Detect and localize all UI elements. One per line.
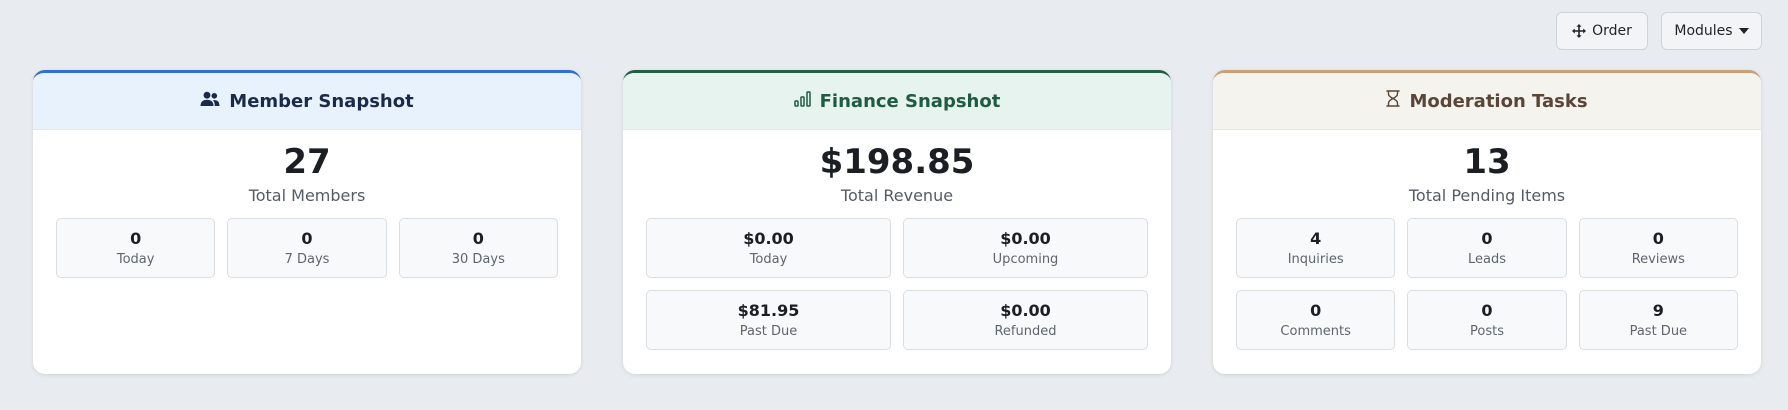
modules-dropdown-button[interactable]: Modules (1661, 12, 1762, 50)
stat-value: 0 (1310, 301, 1322, 320)
hourglass-icon (1386, 90, 1401, 112)
moderation-tasks-title: Moderation Tasks (1409, 90, 1588, 112)
stat-value: $0.00 (1000, 229, 1051, 248)
revenue-upcoming-stat: $0.00 Upcoming (903, 218, 1148, 278)
stat-value: 0 (130, 229, 142, 248)
revenue-refunded-stat: $0.00 Refunded (903, 290, 1148, 350)
member-snapshot-card: Member Snapshot 27 Total Members 0 Today… (33, 70, 581, 374)
stat-label: 30 Days (451, 252, 505, 267)
posts-stat: 0 Posts (1407, 290, 1567, 350)
move-arrows-icon (1572, 24, 1587, 38)
revenue-today-stat: $0.00 Today (646, 218, 891, 278)
stat-value: 0 (472, 229, 484, 248)
stat-label: Past Due (739, 324, 798, 339)
order-button-label: Order (1592, 23, 1632, 39)
finance-snapshot-title: Finance Snapshot (819, 90, 1001, 112)
finance-stats-grid: $0.00 Today $0.00 Upcoming $81.95 Past D… (646, 218, 1148, 350)
stat-value: $81.95 (737, 301, 800, 320)
caret-down-icon (1738, 28, 1749, 34)
stat-label: Refunded (994, 324, 1057, 339)
order-button[interactable]: Order (1556, 12, 1648, 50)
members-7-days-stat: 0 7 Days (227, 218, 387, 278)
stat-value: 0 (1481, 229, 1493, 248)
stat-value: 9 (1652, 301, 1664, 320)
member-snapshot-title: Member Snapshot (229, 90, 414, 112)
stat-label: Posts (1470, 324, 1504, 339)
stat-label: Upcoming (992, 252, 1059, 267)
stat-label: Today (749, 252, 788, 267)
dashboard-toolbar: Order Modules (1556, 12, 1762, 50)
stat-value: $0.00 (743, 229, 794, 248)
stat-label: Past Due (1629, 324, 1688, 339)
total-members-label: Total Members (248, 186, 366, 205)
stat-label: Leads (1467, 252, 1506, 267)
total-pending-value: 13 (1463, 142, 1511, 182)
members-30-days-stat: 0 30 Days (398, 218, 558, 278)
total-revenue-label: Total Revenue (840, 186, 954, 205)
finance-snapshot-header: Finance Snapshot (623, 73, 1171, 130)
leads-stat: 0 Leads (1407, 218, 1567, 278)
users-icon (200, 91, 220, 112)
stat-value: 4 (1310, 229, 1322, 248)
member-stats-grid: 0 Today 0 7 Days 0 30 Days (56, 218, 558, 278)
finance-snapshot-card: Finance Snapshot $198.85 Total Revenue $… (623, 70, 1171, 374)
total-members-value: 27 (283, 142, 331, 182)
moderation-tasks-card: Moderation Tasks 13 Total Pending Items … (1213, 70, 1761, 374)
stat-value: 0 (1652, 229, 1664, 248)
revenue-past-due-stat: $81.95 Past Due (646, 290, 891, 350)
moderation-stats-grid: 4 Inquiries 0 Leads 0 Reviews 0 Comments… (1236, 218, 1738, 350)
total-pending-label: Total Pending Items (1408, 186, 1566, 205)
stat-label: Reviews (1631, 252, 1685, 267)
stat-value: 0 (301, 229, 313, 248)
moderation-tasks-header: Moderation Tasks (1213, 73, 1761, 130)
modules-button-label: Modules (1674, 23, 1733, 39)
comments-stat: 0 Comments (1236, 290, 1396, 350)
moderation-past-due-stat: 9 Past Due (1578, 290, 1738, 350)
bar-chart-icon (793, 90, 811, 112)
stat-label: Inquiries (1287, 252, 1344, 267)
reviews-stat: 0 Reviews (1578, 218, 1738, 278)
members-today-stat: 0 Today (56, 218, 216, 278)
stat-label: Today (116, 252, 155, 267)
stat-value: $0.00 (1000, 301, 1051, 320)
member-snapshot-header: Member Snapshot (33, 73, 581, 130)
total-revenue-value: $198.85 (819, 142, 975, 182)
inquiries-stat: 4 Inquiries (1236, 218, 1396, 278)
stat-label: 7 Days (284, 252, 330, 267)
stat-label: Comments (1280, 324, 1351, 339)
stat-value: 0 (1481, 301, 1493, 320)
